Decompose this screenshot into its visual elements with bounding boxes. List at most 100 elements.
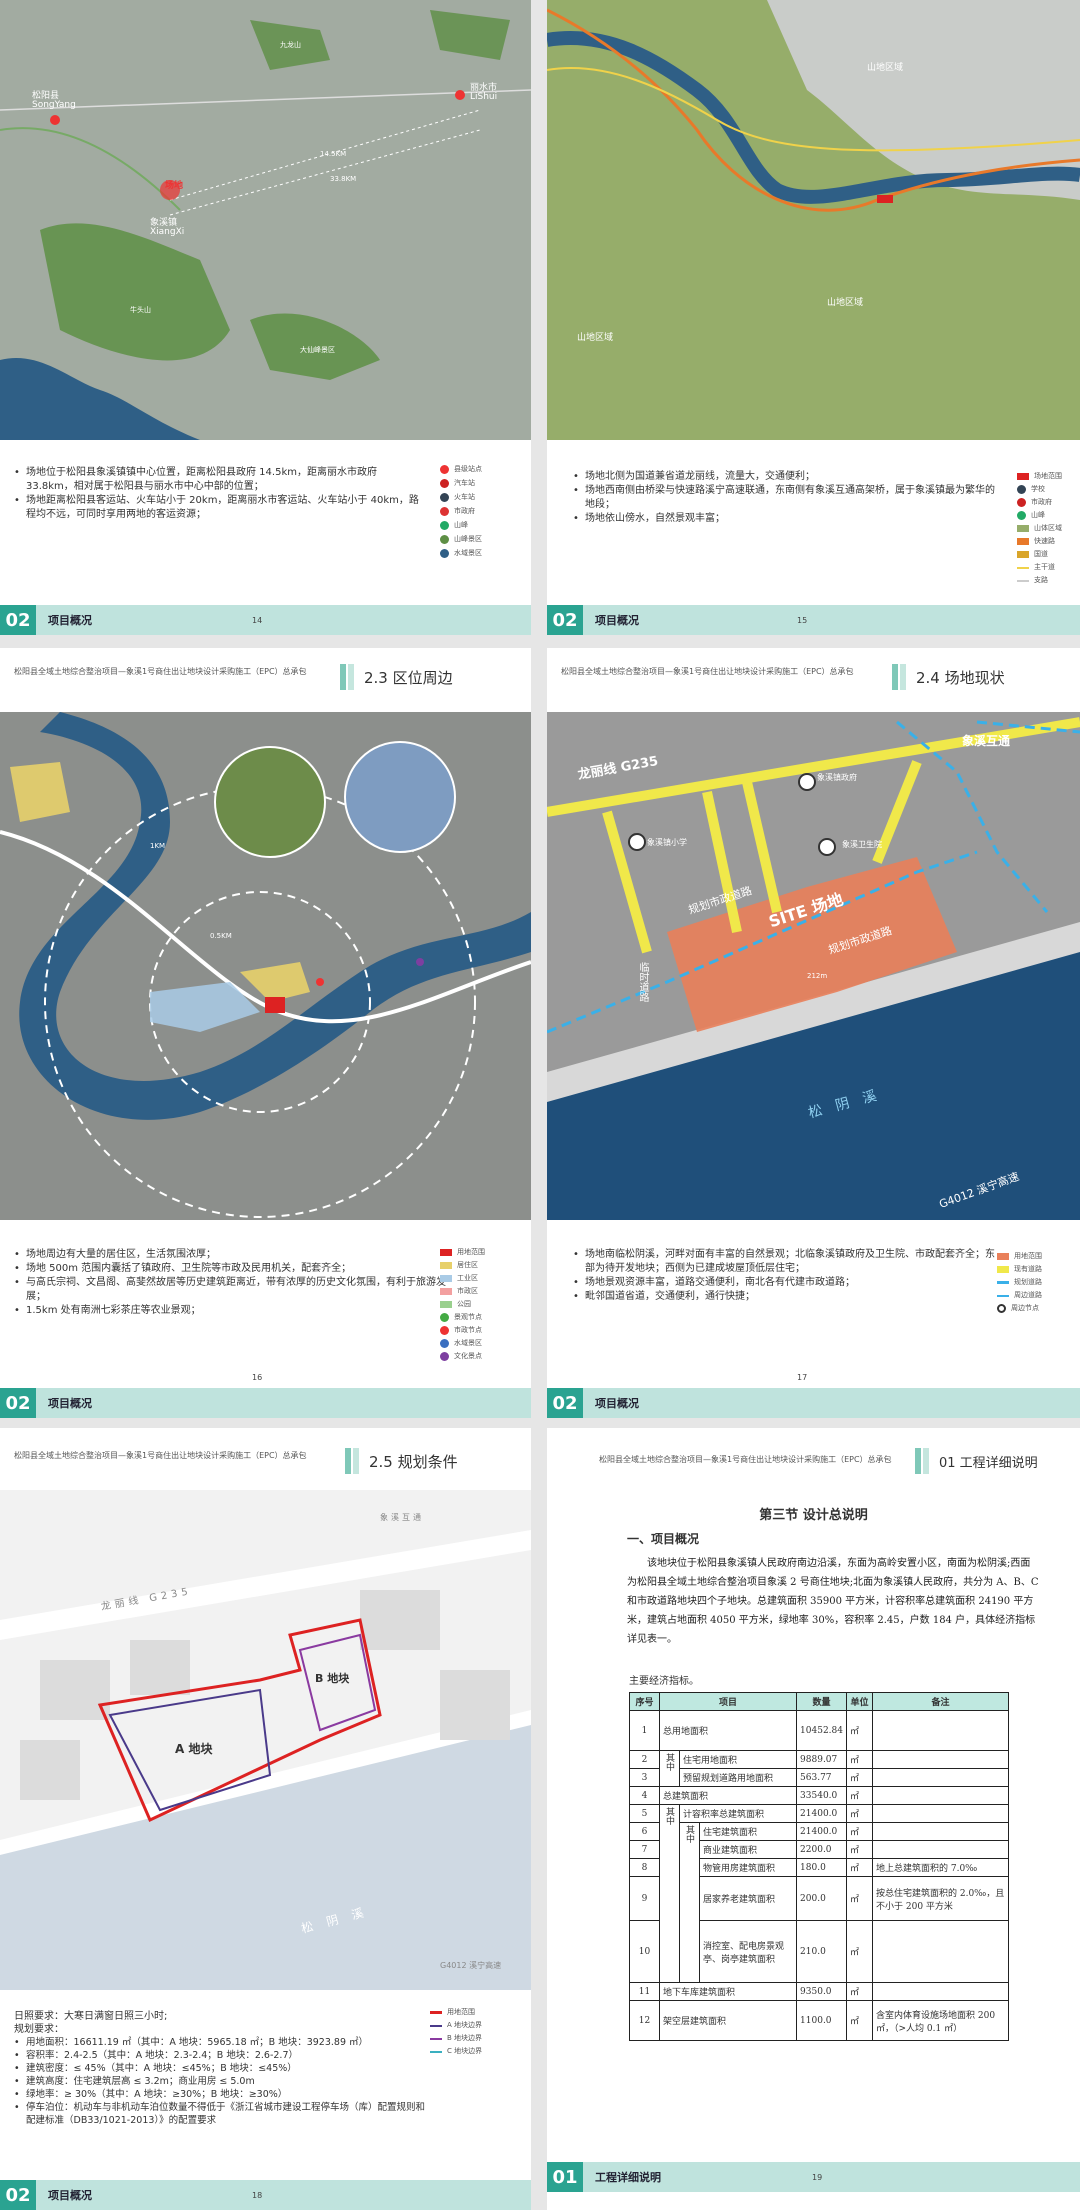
legend-item: 场地范围 — [1034, 472, 1062, 480]
bullet: 场地依山傍水，自然景观丰富； — [573, 512, 1003, 526]
label-lishui-en: LiShui — [470, 92, 498, 102]
col-header: 备注 — [872, 1692, 1009, 1711]
page-header: 松阳县全域土地综合整治项目—象溪1号商住出让地块设计采购施工（EPC）总承包 — [14, 667, 307, 676]
bullet: 场地 500m 范围内囊括了镇政府、卫生院等市政及民用机关，配套齐全； — [14, 1262, 459, 1276]
legend-item: 山峰景区 — [454, 535, 482, 543]
legend-item: 支路 — [1034, 576, 1048, 584]
p15-legend: 场地范围 学校 市政府 山峰 山体区域 快速路 国道 主干道 支路 — [1017, 470, 1062, 587]
doc-title: 第三节 设计总说明 — [759, 1508, 868, 1523]
col-header: 数量 — [796, 1692, 847, 1711]
cell-qty: 33540.0 — [796, 1786, 847, 1805]
bullet: 场地南临松阴溪，河畔对面有丰富的自然景观；北临象溪镇政府及卫生院、市政配套齐全；… — [573, 1248, 1003, 1276]
cell-no: 5 — [629, 1804, 660, 1823]
bullet: 与高氏宗祠、文昌阁、高斐然故居等历史建筑距离近，带有浓厚的历史文化氛围，有利于旅… — [14, 1276, 459, 1304]
section-title: 2.5 规划条件 — [345, 1448, 458, 1474]
intro-line: 规划要求： — [14, 2024, 64, 2035]
section-number: 02 — [547, 1388, 583, 1418]
cell-unit: ㎡ — [846, 1840, 873, 1859]
footer: 02 项目概况 — [547, 605, 1080, 635]
cell-no: 11 — [629, 1982, 660, 2001]
cell-unit: ㎡ — [846, 1876, 873, 1921]
label-hospital: 象溪卫生院 — [842, 840, 882, 849]
p16-bullets: 场地周边有大量的居住区，生活氛围浓厚； 场地 500m 范围内囊括了镇政府、卫生… — [14, 1248, 459, 1318]
cell-note: 地上总建筑面积的 7.0‰ — [872, 1858, 1009, 1877]
cell-subgroup: 其中 — [679, 1822, 700, 1983]
cell-no: 8 — [629, 1858, 660, 1877]
legend-item: 学校 — [1031, 485, 1045, 493]
table-row: 12 架空层建筑面积 1100.0 ㎡ 含室内体育设施场地面积 200 ㎡，（>… — [629, 2000, 1009, 2041]
section-number: 02 — [547, 605, 583, 635]
cell-item: 物管用房建筑面积 — [698, 1858, 798, 1877]
footer: 02 项目概况 — [0, 2180, 531, 2210]
legend-item: 周边节点 — [1011, 1304, 1039, 1312]
label-dim: 212m — [807, 972, 828, 980]
legend-item: 景观节点 — [454, 1313, 482, 1321]
legend-item: 居住区 — [457, 1261, 478, 1269]
legend-item: 山峰 — [1031, 511, 1045, 519]
col-header: 项目 — [658, 1692, 798, 1711]
bullet: 场地西南侧由桥梁与快速路溪宁高速联通，东南侧有象溪互通高架桥，属于象溪镇最为繁华… — [573, 484, 1003, 512]
cell-unit: ㎡ — [846, 2000, 873, 2041]
cell-no: 9 — [629, 1876, 660, 1921]
bullet: 场地周边有大量的居住区，生活氛围浓厚； — [14, 1248, 459, 1262]
legend-item: 快速路 — [1034, 537, 1055, 545]
cell-qty: 9889.07 — [796, 1750, 847, 1769]
table-row: 2 其中 住宅用地面积 9889.07 ㎡ — [629, 1750, 1009, 1787]
traffic-map: 山地区域 山地区域 山地区域 — [547, 0, 1080, 440]
legend-item: 主干道 — [1034, 563, 1055, 571]
cell-item: 预留规划道路用地面积 — [678, 1768, 798, 1787]
cell-unit: ㎡ — [846, 1750, 873, 1769]
bullet: 场地景观资源丰富，道路交通便利，南北各有代建市政道路； — [573, 1276, 1003, 1290]
label-dist-1: 14.5KM — [320, 150, 347, 158]
legend-item: C 地块边界 — [447, 2047, 483, 2055]
col-header: 单位 — [846, 1692, 873, 1711]
cell-no: 2 — [629, 1750, 660, 1769]
label-interchange: 象溪互通 — [962, 734, 1011, 748]
legend-item: 汽车站 — [454, 479, 475, 487]
legend-item: 市政府 — [454, 507, 475, 515]
page-number: 14 — [252, 616, 263, 625]
col-header: 序号 — [629, 1692, 660, 1711]
regional-map: 松阳县 SongYang 象溪镇 XiangXi 场地 丽水市 LiShui 1… — [0, 0, 531, 440]
section-title-text: 01 工程详细说明 — [939, 1455, 1038, 1471]
planning-map: 龙丽线 G235 象溪互通 A 地块 B 地块 松阴溪 G4012 溪宁高速 — [0, 1490, 531, 1990]
legend-item: 市政区 — [457, 1287, 478, 1295]
cell-note — [872, 1840, 1009, 1859]
section-title-text: 2.5 规划条件 — [369, 1452, 458, 1471]
cell-no: 6 — [629, 1822, 660, 1841]
page-number: 18 — [252, 2191, 263, 2200]
label-mountain-1: 牛头山 — [130, 306, 151, 314]
cell-unit: ㎡ — [846, 1710, 873, 1751]
cell-qty: 10452.84 — [796, 1710, 847, 1751]
ring-label-1km: 1KM — [150, 842, 166, 850]
section-label: 项目概况 — [48, 2189, 92, 2202]
legend-item: 工业区 — [457, 1274, 478, 1282]
cell-qty: 180.0 — [796, 1858, 847, 1877]
page-number: 19 — [812, 2173, 823, 2182]
label-interchange: 象溪互通 — [380, 1513, 424, 1522]
cell-qty: 200.0 — [796, 1876, 847, 1921]
section-label: 项目概况 — [48, 614, 92, 627]
label-gov: 象溪镇政府 — [817, 773, 857, 782]
cell-unit: ㎡ — [846, 1858, 873, 1877]
doc-subheading: 主要经济指标。 — [629, 1676, 699, 1687]
bullet: 场地距离松阳县客运站、火车站小于 20km，距离丽水市客运站、火车站小于 40k… — [14, 494, 424, 522]
cell-qty: 1100.0 — [796, 2000, 847, 2041]
page-15: 山地区域 山地区域 山地区域 场地北侧为国道兼省道龙丽线，流量大，交通便利； 场… — [547, 0, 1080, 635]
bullet: 毗邻国道省道，交通便利，通行快捷； — [573, 1290, 1003, 1304]
label-mountain-area-1: 山地区域 — [867, 63, 904, 73]
section-label: 项目概况 — [48, 1397, 92, 1410]
cell-no: 10 — [629, 1920, 660, 1983]
cell-unit: ㎡ — [846, 1768, 873, 1787]
cell-group: 其中 — [659, 1750, 680, 1787]
legend-item: 用地范围 — [447, 2008, 475, 2016]
planning-intro: 日照要求：大寒日满窗日照三小时; 规划要求： — [14, 2010, 167, 2036]
table-row: 11 地下车库建筑面积 9350.0 ㎡ — [629, 1982, 1009, 2001]
legend-item: 用地范围 — [1014, 1252, 1042, 1260]
label-mountain-3: 九龙山 — [280, 41, 301, 49]
table-row: 6 其中 住宅建筑面积 21400.0 ㎡ — [629, 1822, 1009, 1983]
cell-qty: 563.77 — [796, 1768, 847, 1787]
section-number: 01 — [547, 2162, 583, 2192]
table-row: 4 总建筑面积 33540.0 ㎡ — [629, 1786, 1009, 1805]
cell-note — [872, 1750, 1009, 1769]
